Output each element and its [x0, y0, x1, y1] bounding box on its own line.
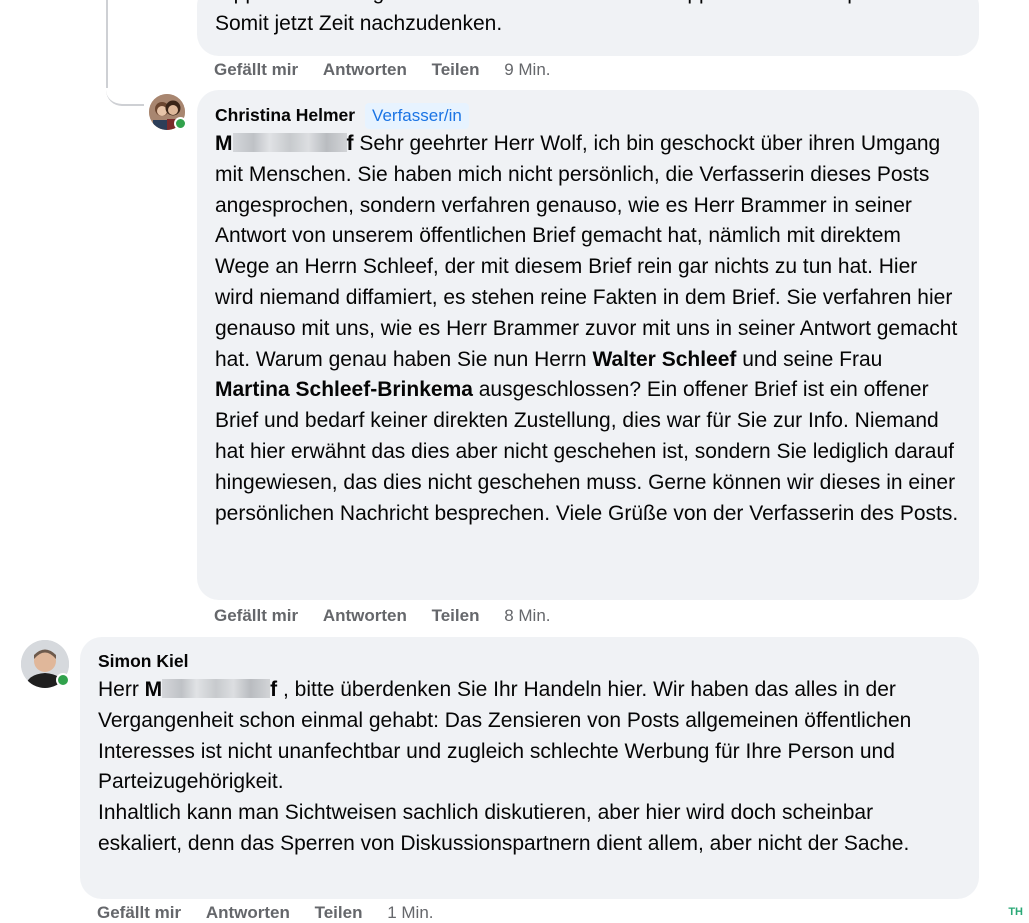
comment-header: Simon Kiel: [98, 647, 959, 675]
comment-author[interactable]: Christina Helmer: [215, 105, 355, 125]
mention-start: M: [215, 132, 233, 155]
comment-text-part: Sehr geehrter Herr Wolf, ich bin geschoc…: [215, 132, 958, 371]
comment-actions: Gefällt mir Antworten Teilen 8 Min.: [214, 606, 551, 626]
comment-bubble: Christina Helmer Verfasser/in Mf Sehr gee…: [197, 90, 979, 600]
reply-button[interactable]: Antworten: [206, 903, 290, 922]
like-button[interactable]: Gefällt mir: [97, 903, 181, 922]
mention-start: M: [144, 678, 163, 701]
comment-text: Sippenhaft auch geklärt. Die Art und Wei…: [215, 0, 979, 40]
comment-actions: Gefällt mir Antworten Teilen 9 Min.: [214, 60, 551, 80]
online-status-icon: [174, 117, 187, 130]
share-button[interactable]: Teilen: [315, 903, 363, 922]
comment-bubble: Sippenhaft auch geklärt. Die Art und Wei…: [197, 0, 979, 56]
comment-line: Sippenhaft auch geklärt. Die Art und Wei…: [215, 0, 979, 9]
watermark-logo: TH: [1008, 906, 1023, 918]
mention-walter[interactable]: Walter Schleef: [592, 348, 736, 371]
comment-timestamp[interactable]: 1 Min.: [387, 903, 433, 922]
mention[interactable]: Mf: [145, 678, 278, 701]
thread-line: [106, 0, 108, 88]
comment-text-part: Herr: [98, 678, 145, 701]
like-button[interactable]: Gefällt mir: [214, 60, 298, 79]
reply-button[interactable]: Antworten: [323, 606, 407, 625]
mention-end: f: [346, 132, 354, 155]
thread-connector: [106, 80, 144, 106]
comment-text: Mf Sehr geehrter Herr Wolf, ich bin gesc…: [215, 129, 959, 529]
comment-header: Christina Helmer Verfasser/in: [215, 100, 959, 130]
online-status-icon: [56, 673, 70, 687]
share-button[interactable]: Teilen: [432, 606, 480, 625]
comment-text-part: und seine Frau: [736, 347, 883, 371]
mention-martina[interactable]: Martina Schleef-Brinkema: [215, 378, 473, 401]
comment-text: Herr Mf , bitte überdenken Sie Ihr Hande…: [98, 675, 959, 860]
redacted-name: [232, 133, 347, 152]
mention[interactable]: Mf: [215, 132, 354, 155]
author-badge: Verfasser/in: [365, 103, 469, 129]
comment-text-part: Inhaltlich kann man Sichtweisen sachlich…: [98, 801, 910, 855]
reply-button[interactable]: Antworten: [323, 60, 407, 79]
share-button[interactable]: Teilen: [432, 60, 480, 79]
comment-line: Somit jetzt Zeit nachzudenken.: [215, 11, 503, 35]
comment-timestamp[interactable]: 8 Min.: [504, 606, 550, 625]
comment-bubble: Simon Kiel Herr Mf , bitte überdenken Si…: [80, 637, 979, 899]
like-button[interactable]: Gefällt mir: [214, 606, 298, 625]
redacted-name: [162, 679, 271, 698]
comment-author[interactable]: Simon Kiel: [98, 651, 188, 671]
comment-actions: Gefällt mir Antworten Teilen 1 Min.: [97, 903, 434, 923]
comment-timestamp[interactable]: 9 Min.: [504, 60, 550, 79]
